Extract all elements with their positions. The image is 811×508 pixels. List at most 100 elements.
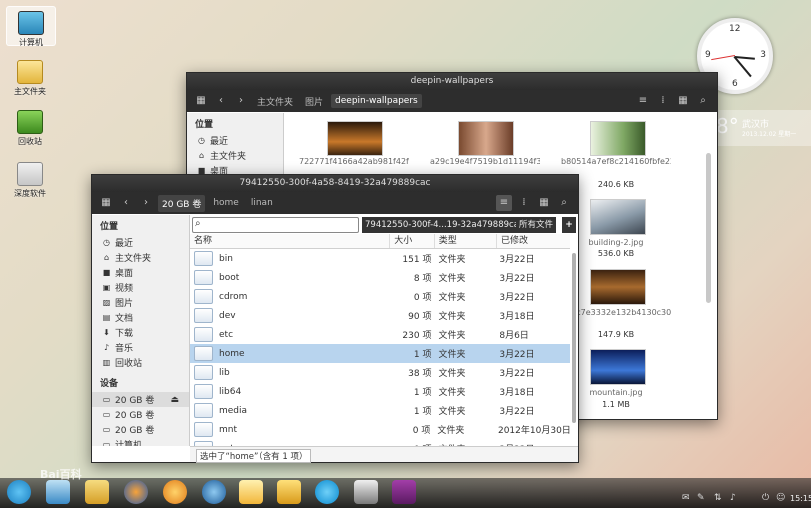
row-name-cell: dev [190,308,388,323]
sidebar-item-home[interactable]: ⌂ 主文件夹 [92,250,189,265]
table-row[interactable]: boot 8 项文件夹 3月22日 [190,268,570,287]
table-row[interactable]: dev 90 项文件夹 3月18日 [190,306,570,325]
column-modified[interactable]: 已修改 [497,234,570,248]
sidebar-item-trash[interactable]: ▥ 回收站 [92,355,189,370]
app-icon-terminal[interactable] [392,480,416,504]
breadcrumb-volume[interactable]: 20 GB 卷 [158,194,206,212]
desktop-icon-home[interactable]: 主文件夹 [6,60,54,97]
tray-chat-icon[interactable]: ✉ [682,493,690,503]
sidebar-toggle-icon[interactable]: ▦ [193,93,209,109]
sidebar-item-pictures[interactable]: ▨ 图片 [92,295,189,310]
back-button[interactable]: ‹ [118,195,134,211]
app-icon-app-store[interactable] [239,480,263,504]
table-row[interactable]: etc 230 项文件夹 8月6日 [190,325,570,344]
file-list-scrollbar[interactable] [572,253,576,423]
breadcrumb-wallpapers[interactable]: deepin-wallpapers [331,94,422,108]
row-modified-cell: 3月22日 [499,407,535,417]
table-row[interactable]: cdrom 0 项文件夹 3月22日 [190,287,570,306]
filter-dropdown[interactable]: 所有文件 [516,217,557,233]
grid-view-icon[interactable]: ⁞ [516,195,532,211]
app-icon-music-player[interactable] [163,480,187,504]
row-type-cell: 文件夹 [438,274,466,284]
column-name[interactable]: 名称 [190,234,391,248]
sidebar-item-volume-3[interactable]: ▭ 20 GB 卷 [92,422,189,437]
tray-clock[interactable]: 15:15 [790,494,811,503]
sidebar-item-volume-2[interactable]: ▭ 20 GB 卷 [92,407,189,422]
tray-user-icon[interactable]: ☺ [776,493,785,503]
search-field[interactable]: ⌕ [192,217,359,233]
table-row[interactable]: lib 38 项文件夹 3月22日 [190,363,570,382]
grid-view-icon[interactable]: ⁞ [655,93,671,109]
wallpapers-scrollbar[interactable] [706,153,711,303]
tray-network-icon[interactable]: ⇅ [714,493,722,503]
icon-view-icon[interactable]: ▦ [536,195,552,211]
app-icon-skype[interactable] [315,480,339,504]
app-icon-system-settings[interactable] [354,480,378,504]
row-type-cell: 文件夹 [438,369,466,379]
thumbnail-1[interactable] [327,121,383,156]
row-modified-cell: 3月22日 [499,293,535,303]
icon-view-icon[interactable]: ▦ [675,93,691,109]
table-row[interactable]: mnt 0 项文件夹 2012年10月30日 [190,420,570,439]
app-icon-file-manager[interactable] [85,480,109,504]
desktop-icon-computer[interactable]: 计算机 [6,6,56,47]
back-button[interactable]: ‹ [213,93,229,109]
thumbnail-6[interactable] [590,349,646,385]
table-row[interactable]: home 1 项文件夹 3月22日 [190,344,570,363]
thumbnail-5[interactable] [590,269,646,305]
app-icon-deepin-media[interactable] [202,480,226,504]
list-view-icon[interactable]: ≡ [635,93,651,109]
sidebar-item-computer[interactable]: ▭ 计算机 [92,437,189,446]
breadcrumb-home[interactable]: 主文件夹 [253,93,297,110]
desktop-icon-deepin-software[interactable]: 深度软件 [6,162,54,199]
launcher-icon[interactable] [7,480,31,504]
sidebar-item-videos[interactable]: ▣ 视频 [92,280,189,295]
forward-button[interactable]: › [233,93,249,109]
thumbnail-2[interactable] [458,121,514,156]
row-name-cell: cdrom [190,289,388,304]
breadcrumb-pictures[interactable]: 图片 [301,93,327,110]
app-icon-firefox[interactable] [124,480,148,504]
breadcrumb-linan[interactable]: linan [247,196,277,210]
sidebar-item-home[interactable]: ⌂ 主文件夹 [187,148,283,163]
tray-volume-icon[interactable]: ♪ [730,493,736,503]
weather-temperature: 8° [716,114,739,138]
table-row[interactable]: lib64 1 项文件夹 3月18日 [190,382,570,401]
picture-icon: ▨ [102,298,111,307]
column-size[interactable]: 大小 [390,234,435,248]
weather-widget[interactable]: 8° 武汉市 2013.12.02 星期一 [712,110,811,146]
row-type-cell: 文件夹 [438,312,466,322]
row-modified-cell: 3月18日 [499,388,535,398]
sidebar-item-recent[interactable]: ◷ 最近 [92,235,189,250]
breadcrumb-home[interactable]: home [209,196,243,210]
sidebar-item-recent[interactable]: ◷ 最近 [187,133,283,148]
sidebar-toggle-icon[interactable]: ▦ [98,195,114,211]
row-type-cell: 文件夹 [438,407,466,417]
table-row[interactable]: media 1 项文件夹 3月22日 [190,401,570,420]
column-type[interactable]: 类型 [435,234,497,248]
eject-icon[interactable]: ⏏ [170,395,179,405]
computer-icon: ▭ [102,440,111,446]
search-icon[interactable]: ⌕ [695,93,711,109]
tray-pen-icon[interactable]: ✎ [697,493,705,503]
table-row[interactable]: bin 151 项文件夹 3月22日 [190,249,570,268]
app-icon-shield[interactable] [277,480,301,504]
app-icon-browser-1[interactable] [46,480,70,504]
list-view-icon[interactable]: ≡ [496,195,512,211]
tray-power-icon[interactable]: ⏻ [762,493,769,503]
sidebar-item-downloads[interactable]: ⬇ 下载 [92,325,189,340]
table-row[interactable]: opt0 项文件夹3月22日 [190,439,570,446]
search-input[interactable] [205,219,353,230]
search-icon[interactable]: ⌕ [556,195,572,211]
file-manager-window[interactable]: 79412550-300f-4a58-8419-32a479889cac ▦ ‹… [91,174,579,463]
thumbnail-3[interactable] [590,121,646,156]
forward-button[interactable]: › [138,195,154,211]
row-size-cell: 90 项 [408,312,432,322]
sidebar-item-documents[interactable]: ▤ 文档 [92,310,189,325]
thumbnail-4[interactable] [590,199,646,235]
sidebar-item-volume-1[interactable]: ▭ 20 GB 卷 ⏏ [92,392,189,407]
desktop-icon-trash[interactable]: 回收站 [6,110,54,147]
add-button[interactable]: + [562,217,576,233]
sidebar-item-music[interactable]: ♪ 音乐 [92,340,189,355]
sidebar-item-desktop[interactable]: ■ 桌面 [92,265,189,280]
